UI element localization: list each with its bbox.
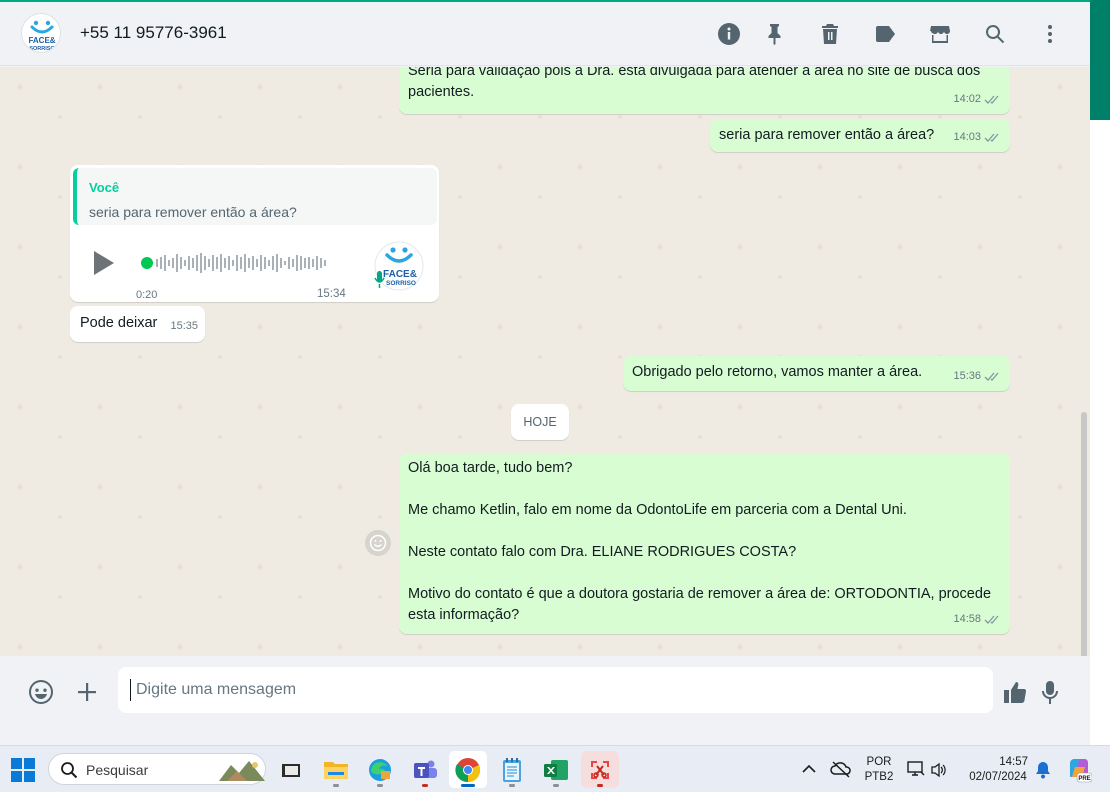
avatar[interactable]: FACE& SORRISO <box>21 13 61 53</box>
search-label: Pesquisar <box>86 762 149 778</box>
message-outgoing[interactable]: Olá boa tarde, tudo bem? Me chamo Ketlin… <box>399 453 1010 634</box>
folder-icon <box>324 761 348 779</box>
notepad-app[interactable] <box>493 751 531 788</box>
teams-icon <box>414 760 437 778</box>
delete-icon[interactable] <box>817 21 843 47</box>
voice-record-button[interactable] <box>1036 678 1064 706</box>
copilot-button[interactable]: PRE <box>1066 757 1093 783</box>
message-outgoing[interactable]: Seria para validação pois a Dra. está di… <box>399 67 1010 114</box>
keyboard-language[interactable]: POR PTB2 <box>864 755 894 785</box>
clock-time: 14:57 <box>999 756 1028 768</box>
audio-duration: 0:20 <box>136 289 158 301</box>
message-text: Olá boa tarde, tudo bem? Me chamo Ketlin… <box>408 460 992 623</box>
message-time: 14:02 <box>953 93 981 105</box>
label-icon[interactable] <box>872 21 898 47</box>
store-icon[interactable] <box>927 21 953 47</box>
double-check-icon <box>984 615 999 624</box>
keyboard-layout: PTB2 <box>864 771 894 783</box>
logo-text-top: FACE& <box>28 36 55 45</box>
message-composer <box>0 656 1090 724</box>
smiley-icon <box>369 534 387 552</box>
logo-text-bottom: SORRISO <box>29 46 55 52</box>
message-outgoing[interactable]: Obrigado pelo retorno, vamos manter a ár… <box>623 356 1010 391</box>
message-incoming-audio[interactable]: Você seria para remover então a área? 0:… <box>70 165 439 302</box>
snipping-tool-app[interactable] <box>581 751 619 788</box>
task-view-app[interactable] <box>272 751 310 788</box>
edge-icon <box>369 758 391 781</box>
network-volume-group[interactable] <box>906 759 950 781</box>
chevron-up-icon <box>802 764 816 773</box>
snipping-icon <box>591 760 609 779</box>
date-separator: HOJE <box>511 404 569 440</box>
windows-icon <box>11 758 35 782</box>
clock[interactable]: 14:57 02/07/2024 <box>960 755 1036 785</box>
emoji-icon <box>29 680 53 704</box>
quoted-message[interactable]: Você seria para remover então a área? <box>73 168 437 225</box>
network-volume-icons <box>907 761 946 778</box>
face-sorriso-logo: FACE& SORRISO <box>28 20 56 52</box>
menu-icon[interactable] <box>1037 21 1063 47</box>
teams-app[interactable] <box>406 751 444 788</box>
search-highlight-image <box>219 761 265 781</box>
message-time: 15:35 <box>170 320 198 332</box>
message-incoming[interactable]: Pode deixar 15:35 <box>70 306 205 342</box>
audio-waveform[interactable] <box>140 249 340 277</box>
search-icon[interactable] <box>982 21 1008 47</box>
copilot-badge: PRE <box>1078 776 1090 782</box>
excel-app[interactable] <box>537 751 575 788</box>
search-icon <box>61 762 78 779</box>
message-text: Seria para validação pois a Dra. está di… <box>408 67 985 100</box>
message-outgoing[interactable]: seria para remover então a área? 14:03 <box>710 119 1010 152</box>
double-check-icon <box>984 133 999 142</box>
chat-panel: Seria para validação pois a Dra. está di… <box>0 67 1090 656</box>
file-explorer-app[interactable] <box>317 751 355 788</box>
edge-app[interactable] <box>361 751 399 788</box>
contact-name[interactable]: +55 11 95776-3961 <box>80 23 227 43</box>
desktop-edge <box>1090 0 1110 745</box>
message-time: 15:36 <box>953 370 981 382</box>
play-icon <box>94 251 114 275</box>
notifications-button[interactable] <box>1034 760 1052 780</box>
message-time: 15:34 <box>317 288 346 300</box>
sender-avatar: FACE& SORRISO <box>374 238 424 293</box>
copilot-icon: PRE <box>1070 759 1093 783</box>
notepad-icon <box>503 757 521 782</box>
like-button[interactable] <box>1001 678 1029 706</box>
language-code: POR <box>866 756 892 768</box>
tray-overflow-chevron[interactable] <box>800 761 818 777</box>
bell-icon <box>1036 762 1050 779</box>
onedrive-status[interactable] <box>830 759 852 779</box>
logo-text-bottom: SORRISO <box>386 280 416 287</box>
double-check-icon <box>984 372 999 381</box>
cloud-off-icon <box>830 761 851 778</box>
emoji-button[interactable] <box>27 678 55 706</box>
thumbs-up-icon <box>1004 682 1027 703</box>
message-text: Obrigado pelo retorno, vamos manter a ár… <box>632 364 923 380</box>
play-button[interactable] <box>92 250 116 276</box>
double-check-icon <box>984 95 999 104</box>
clock-date: 02/07/2024 <box>969 771 1027 783</box>
quote-text: seria para remover então a área? <box>89 204 297 220</box>
message-input-container[interactable] <box>118 667 993 713</box>
pin-icon[interactable] <box>762 21 788 47</box>
excel-icon <box>544 759 568 780</box>
microphone-icon <box>1042 681 1058 704</box>
message-time: 14:03 <box>953 131 981 143</box>
logo-text-top: FACE& <box>383 269 417 280</box>
chat-header: FACE& SORRISO +55 11 95776-3961 <box>0 2 1090 66</box>
attach-button[interactable] <box>73 678 101 706</box>
chat-scrollbar[interactable] <box>1081 412 1087 656</box>
taskbar-search[interactable]: Pesquisar <box>48 753 266 785</box>
windows-taskbar: Pesquisar POR PTB2 14:57 02/07/2024 PRE <box>0 745 1110 792</box>
chrome-app[interactable] <box>449 751 487 788</box>
message-input[interactable] <box>130 679 980 701</box>
chrome-icon <box>455 757 481 782</box>
plus-icon <box>78 683 96 701</box>
message-time: 14:58 <box>953 613 981 625</box>
info-icon[interactable] <box>716 21 742 47</box>
task-view-icon <box>282 763 300 777</box>
react-emoji-button[interactable] <box>365 530 391 556</box>
start-button[interactable] <box>11 758 35 782</box>
quote-author: Você <box>89 180 120 195</box>
